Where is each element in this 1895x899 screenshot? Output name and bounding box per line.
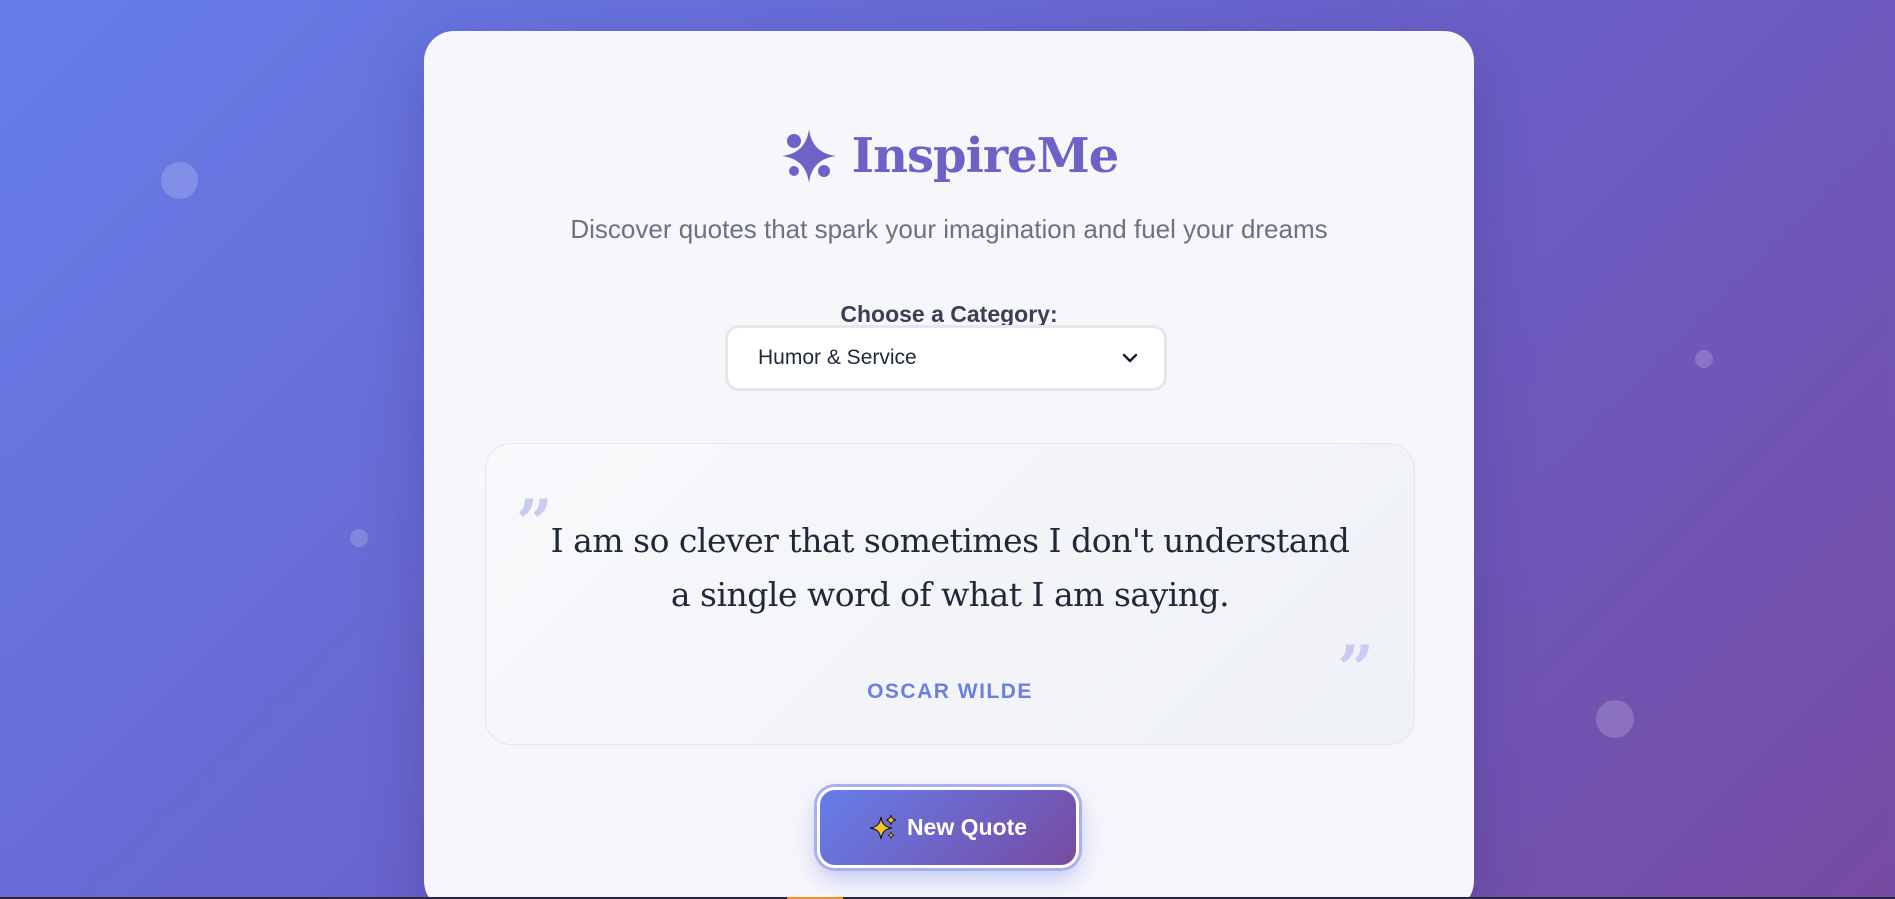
quote-text: I am so clever that sometimes I don't un… [550, 521, 1350, 614]
background-bubble [161, 162, 198, 199]
app-header: InspireMe [424, 127, 1474, 185]
category-selected-value: Humor & Service [758, 346, 917, 369]
close-quote-mark-icon: ” [1337, 632, 1374, 707]
quote-author: OSCAR WILDE [867, 680, 1033, 703]
background-bubble [1596, 700, 1634, 738]
background-bubble [350, 529, 368, 547]
chevron-down-icon [1122, 352, 1138, 364]
category-select[interactable]: Humor & Service [725, 325, 1167, 391]
app-subtitle: Discover quotes that spark your imaginat… [570, 214, 1328, 244]
category-label: Choose a Category: [840, 301, 1058, 327]
new-quote-button[interactable]: New Quote [817, 787, 1079, 868]
new-quote-label: New Quote [906, 814, 1028, 840]
app-title: InspireMe [851, 128, 1120, 184]
sparkle-logo-icon [780, 127, 838, 185]
main-card: InspireMe Discover quotes that spark you… [424, 31, 1474, 899]
sparkles-icon [869, 814, 897, 842]
quote-card: ” I am so clever that sometimes I don't … [485, 443, 1415, 745]
background-bubble [1695, 350, 1713, 368]
